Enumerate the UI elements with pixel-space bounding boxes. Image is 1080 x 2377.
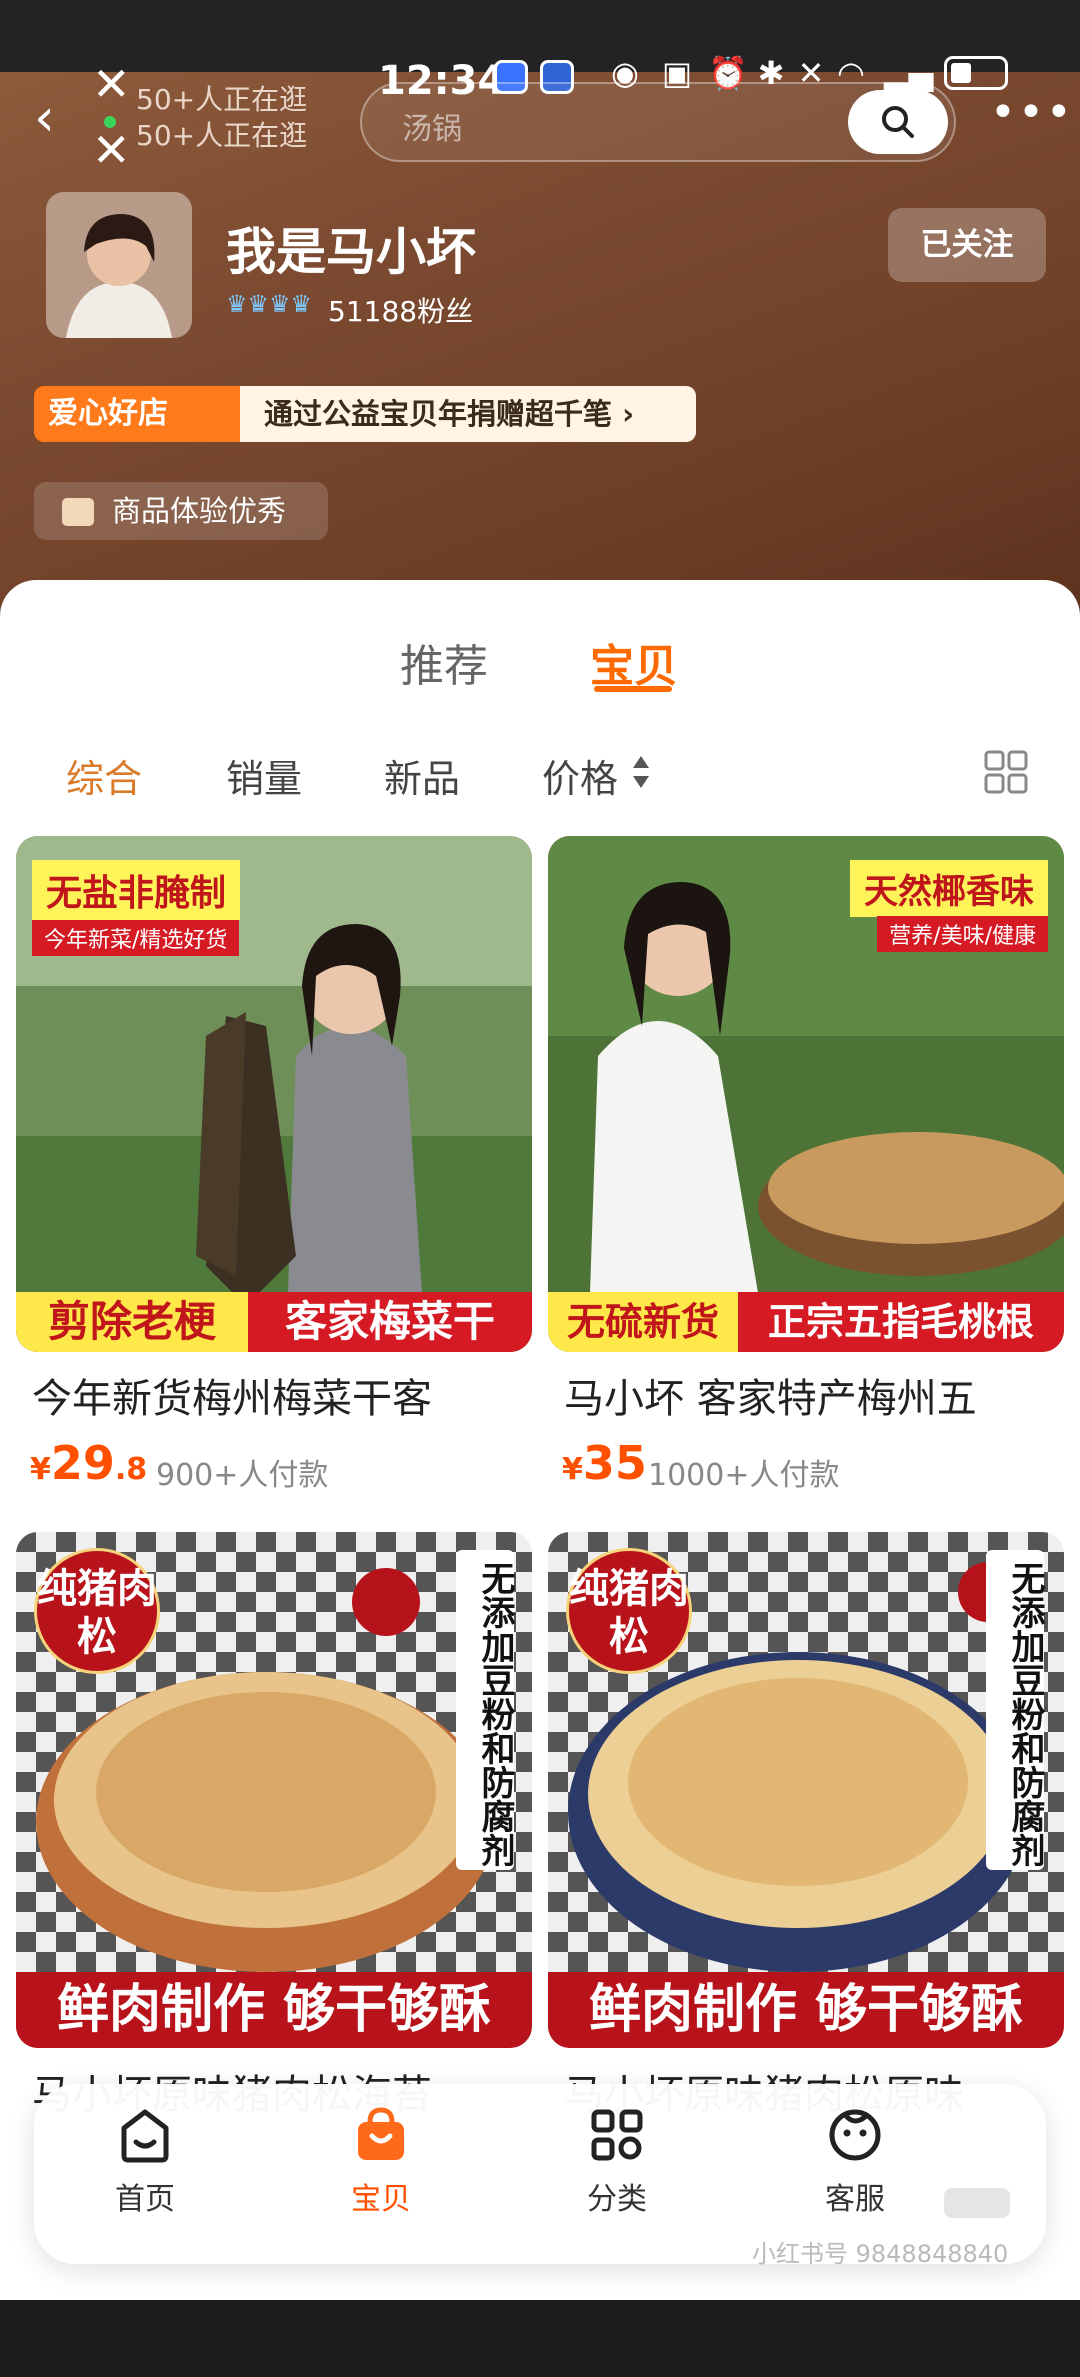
tab-home[interactable]: 首页 bbox=[70, 2106, 220, 2246]
product-sold-count: 1000+人付款 bbox=[648, 1458, 840, 1493]
service-icon bbox=[829, 2109, 881, 2161]
charity-description-link[interactable]: 通过公益宝贝年捐赠超千笔 › bbox=[240, 386, 696, 442]
watermark: 小红书号 9848848840 bbox=[752, 2240, 1009, 2268]
product-image: 纯猪肉松 无添加豆粉和防腐剂 鲜肉制作 够干够酥 bbox=[548, 1532, 1064, 2048]
product-price: ¥29.8 bbox=[30, 1436, 147, 1490]
back-button[interactable]: ‹ bbox=[34, 92, 78, 144]
search-placeholder: 汤锅 bbox=[402, 112, 462, 147]
home-icon bbox=[121, 2109, 169, 2163]
product-image: 天然椰香味 营养/美味/健康 无硫新货 正宗五指毛桃根 bbox=[548, 836, 1064, 1352]
charity-shop-badge[interactable]: 爱心好店 bbox=[34, 386, 240, 442]
shop-avatar[interactable] bbox=[46, 192, 192, 338]
price-symbol: ¥ bbox=[562, 1452, 583, 1487]
tab-recommend[interactable]: 推荐 bbox=[400, 630, 488, 694]
follow-button[interactable]: 已关注 bbox=[888, 208, 1046, 282]
experience-badge[interactable]: 商品体验优秀 bbox=[34, 482, 328, 540]
category-icon bbox=[591, 2109, 643, 2161]
product-sold-count: 900+人付款 bbox=[156, 1458, 329, 1493]
product-badge-top: 天然椰香味 bbox=[850, 860, 1048, 917]
battery-icon bbox=[944, 56, 1008, 90]
mini-tag bbox=[944, 2188, 1010, 2218]
search-input[interactable]: 汤锅 bbox=[360, 82, 956, 162]
sort-price[interactable]: 价格 bbox=[542, 748, 618, 803]
product-strip: 鲜肉制作 够干够酥 bbox=[548, 1972, 1064, 2048]
product-card[interactable]: 无盐非腌制 今年新菜/精选好货 剪除老梗 客家梅菜干 今年新货梅州梅菜干客 ¥2… bbox=[16, 836, 532, 1516]
product-panel: 推荐 宝贝 综合 销量 新品 价格 无盐非腌制 今年新菜/精选好货 剪除老梗 客… bbox=[0, 580, 1080, 2300]
tab-products-label: 宝贝 bbox=[351, 2182, 411, 2217]
product-image: 无盐非腌制 今年新菜/精选好货 剪除老梗 客家梅菜干 bbox=[16, 836, 532, 1352]
tab-service-label: 客服 bbox=[825, 2182, 885, 2217]
product-card[interactable]: 天然椰香味 营养/美味/健康 无硫新货 正宗五指毛桃根 马小坏 客家特产梅州五 … bbox=[548, 836, 1064, 1516]
product-vertical-badge: 无添加豆粉和防腐剂 bbox=[456, 1550, 515, 1870]
product-strip-right: 客家梅菜干 bbox=[248, 1292, 532, 1352]
product-badge-sub: 今年新菜/精选好货 bbox=[32, 920, 240, 956]
active-tab-indicator bbox=[594, 686, 672, 692]
grid-view-icon[interactable] bbox=[984, 750, 1028, 794]
product-vertical-badge: 无添加豆粉和防腐剂 bbox=[986, 1550, 1045, 1870]
shop-level-crowns-icon: ♛♛♛♛ bbox=[226, 290, 313, 318]
close-icon[interactable]: ✕ bbox=[92, 61, 131, 107]
fans-count: 51188粉丝 bbox=[328, 295, 474, 328]
product-strip-right: 正宗五指毛桃根 bbox=[738, 1292, 1064, 1352]
tab-category-label: 分类 bbox=[587, 2182, 647, 2217]
close-icon[interactable]: ✕ bbox=[92, 127, 131, 173]
search-icon bbox=[882, 106, 914, 138]
tab-products-bottom[interactable]: 宝贝 bbox=[306, 2106, 456, 2246]
price-main: 29 bbox=[50, 1436, 115, 1490]
price-main: 35 bbox=[582, 1436, 647, 1490]
avatar-portrait bbox=[46, 192, 192, 338]
product-strip-left: 剪除老梗 bbox=[16, 1292, 248, 1352]
product-price: ¥35 bbox=[562, 1436, 647, 1490]
product-strip: 无硫新货 正宗五指毛桃根 bbox=[548, 1292, 1064, 1352]
product-strip: 鲜肉制作 够干够酥 bbox=[16, 1972, 532, 2048]
price-decimal: .8 bbox=[114, 1452, 148, 1487]
bag-icon bbox=[62, 498, 94, 526]
product-badge-sub: 营养/美味/健康 bbox=[877, 916, 1048, 952]
sort-new[interactable]: 新品 bbox=[384, 748, 460, 803]
experience-badge-label: 商品体验优秀 bbox=[112, 494, 287, 528]
product-image: 纯猪肉松 无添加豆粉和防腐剂 鲜肉制作 够干够酥 bbox=[16, 1532, 532, 2048]
product-circle-badge: 纯猪肉松 bbox=[566, 1548, 692, 1674]
more-options-button[interactable]: ••• bbox=[990, 91, 1072, 140]
price-symbol: ¥ bbox=[30, 1452, 51, 1487]
tab-service[interactable]: 客服 bbox=[780, 2106, 930, 2246]
product-strip: 剪除老梗 客家梅菜干 bbox=[16, 1292, 532, 1352]
product-circle-badge: 纯猪肉松 bbox=[34, 1548, 160, 1674]
shop-name: 我是马小坏 bbox=[226, 223, 476, 281]
product-strip-left: 无硫新货 bbox=[548, 1292, 738, 1352]
tab-home-label: 首页 bbox=[115, 2182, 175, 2217]
bag-icon bbox=[358, 2107, 404, 2160]
sort-comprehensive[interactable]: 综合 bbox=[66, 748, 142, 803]
tab-category[interactable]: 分类 bbox=[542, 2106, 692, 2246]
product-title: 马小坏 客家特产梅州五 bbox=[564, 1376, 977, 1422]
search-button[interactable] bbox=[848, 90, 948, 154]
product-title: 今年新货梅州梅菜干客 bbox=[32, 1376, 432, 1422]
sort-sales[interactable]: 销量 bbox=[226, 748, 302, 803]
system-navigation-bar bbox=[0, 2300, 1080, 2377]
product-badge-top: 无盐非腌制 bbox=[32, 860, 241, 920]
tab-products[interactable]: 宝贝 bbox=[590, 630, 678, 694]
sort-arrows-icon bbox=[633, 756, 649, 788]
